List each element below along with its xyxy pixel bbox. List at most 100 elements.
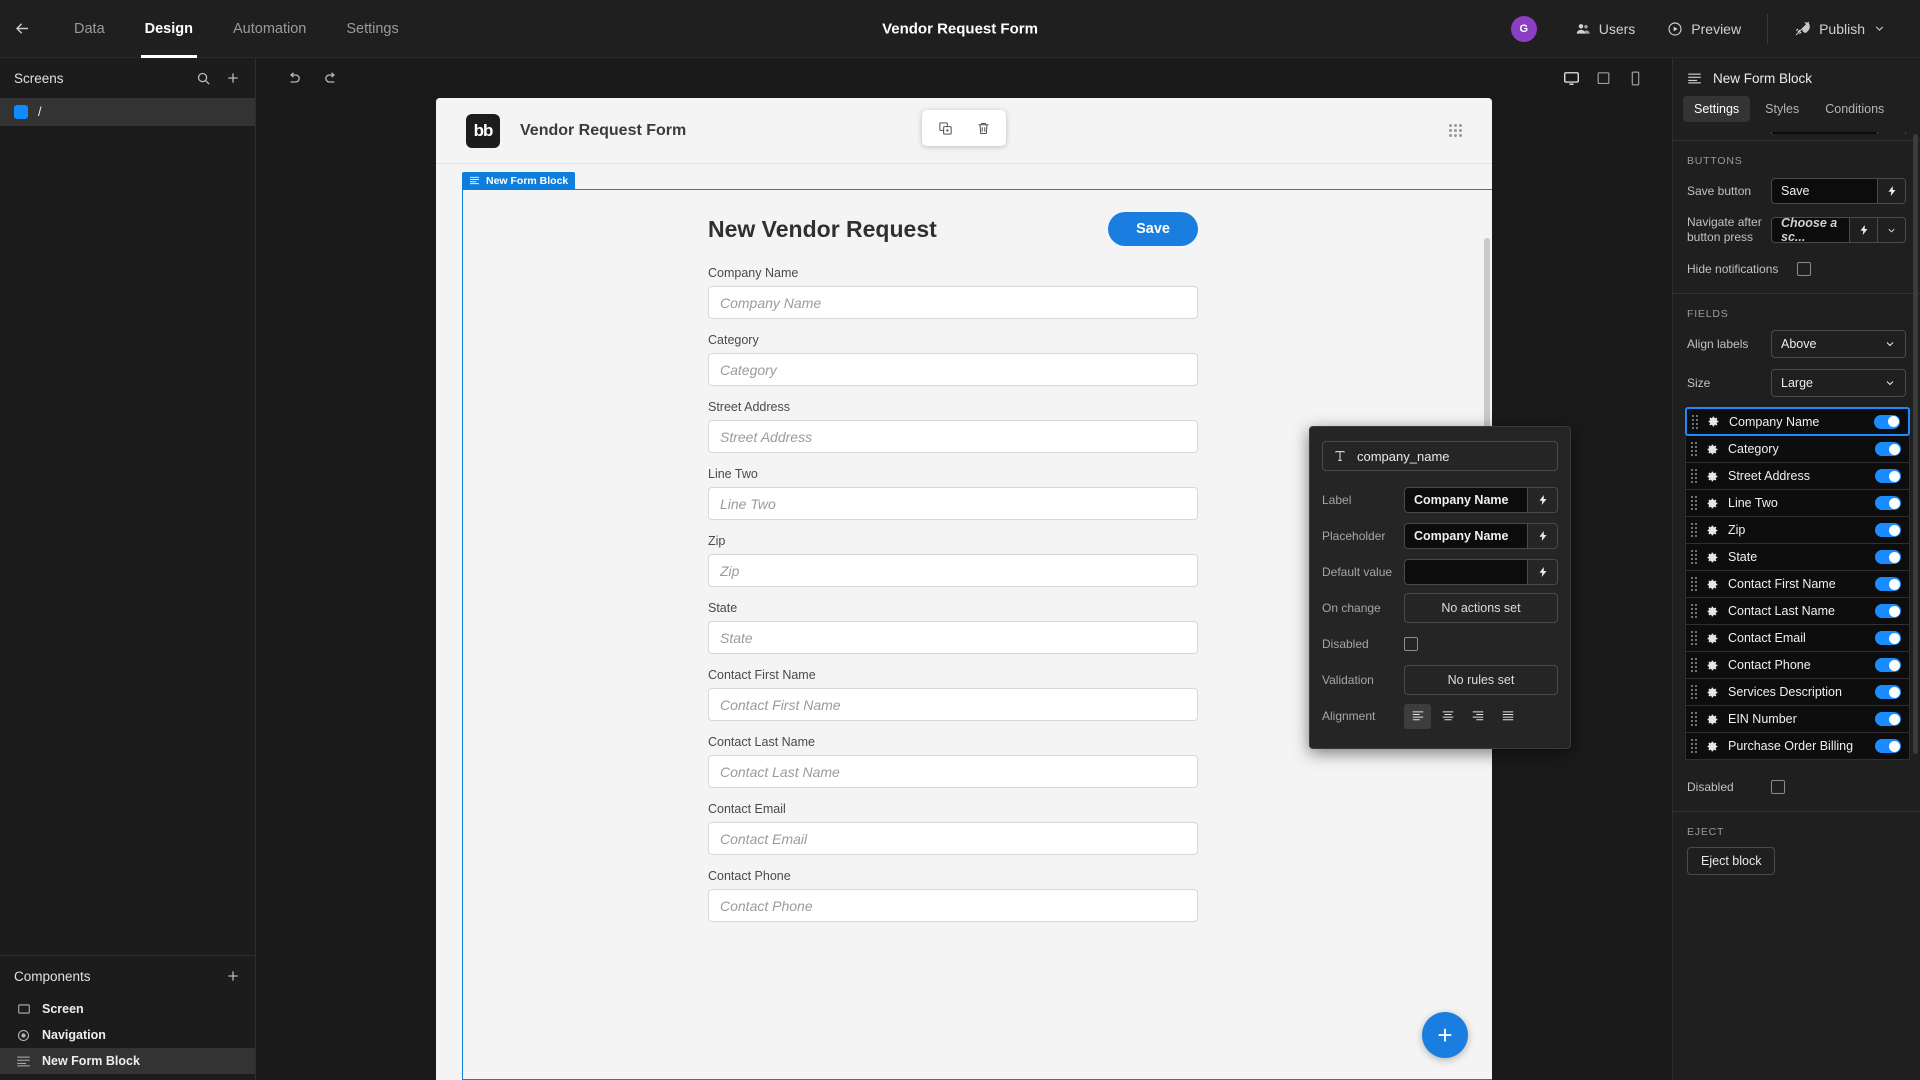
field-row-line-two[interactable]: Line Two (1685, 490, 1910, 517)
field-input[interactable]: Contact First Name (708, 688, 1198, 721)
field-row-street-address[interactable]: Street Address (1685, 463, 1910, 490)
label-binding-button[interactable] (1528, 487, 1558, 513)
drag-handle-icon[interactable] (1691, 523, 1697, 537)
label-input[interactable]: Company Name (1404, 487, 1528, 513)
align-right-button[interactable] (1464, 704, 1491, 729)
align-left-button[interactable] (1404, 703, 1431, 729)
gear-icon[interactable] (1706, 551, 1719, 564)
drag-handle-icon[interactable] (1691, 739, 1697, 753)
field-row-toggle[interactable] (1875, 469, 1901, 483)
field-row-toggle[interactable] (1875, 739, 1901, 753)
eject-block-button[interactable]: Eject block (1687, 847, 1776, 875)
add-screen-button[interactable] (225, 70, 241, 86)
save-button-binding[interactable] (1878, 178, 1906, 204)
preview-button[interactable]: Preview (1651, 12, 1757, 46)
default-value-input[interactable] (1404, 559, 1528, 585)
field-row-toggle[interactable] (1875, 523, 1901, 537)
tab-conditions[interactable]: Conditions (1814, 96, 1895, 122)
gear-icon[interactable] (1706, 740, 1719, 753)
gear-icon[interactable] (1706, 686, 1719, 699)
disabled-checkbox[interactable] (1771, 780, 1785, 794)
drag-handle-icon[interactable] (1691, 685, 1697, 699)
size-select[interactable]: Large (1771, 369, 1906, 397)
add-component-fab[interactable]: + (1422, 1012, 1468, 1058)
save-button-input[interactable]: Save (1771, 178, 1878, 204)
field-row-contact-email[interactable]: Contact Email (1685, 625, 1910, 652)
delete-button[interactable] (970, 115, 996, 141)
component-item-navigation[interactable]: Navigation (0, 1022, 255, 1048)
duplicate-button[interactable] (932, 115, 958, 141)
device-desktop-button[interactable] (1556, 65, 1586, 91)
avatar[interactable]: G (1510, 15, 1537, 42)
form-save-button[interactable]: Save (1108, 212, 1198, 246)
gear-icon[interactable] (1706, 659, 1719, 672)
drag-handle-icon[interactable] (1691, 442, 1697, 456)
tab-settings[interactable]: Settings (328, 0, 416, 58)
field-input[interactable]: Contact Last Name (708, 755, 1198, 788)
right-panel-scrollbar[interactable] (1913, 134, 1918, 754)
drag-handle-icon[interactable] (1692, 414, 1698, 429)
placeholder-input[interactable]: Company Name (1404, 523, 1528, 549)
navigate-after-input[interactable]: Choose a sc... (1771, 216, 1850, 244)
gear-icon[interactable] (1706, 443, 1719, 456)
field-row-toggle[interactable] (1875, 550, 1901, 564)
drag-handle-icon[interactable] (1691, 604, 1697, 618)
field-input[interactable]: Company Name (708, 286, 1198, 319)
field-input[interactable]: Street Address (708, 420, 1198, 453)
drag-handle-icon[interactable] (1691, 577, 1697, 591)
field-input[interactable]: Line Two (708, 487, 1198, 520)
undo-button[interactable] (278, 65, 308, 91)
users-button[interactable]: Users (1559, 12, 1652, 46)
tab-data[interactable]: Data (56, 0, 123, 58)
clipped-chevron-button[interactable] (1878, 132, 1906, 134)
field-input[interactable]: Contact Email (708, 822, 1198, 855)
navigate-after-binding[interactable] (1850, 217, 1878, 243)
tab-styles[interactable]: Styles (1754, 96, 1810, 122)
right-panel-scroll[interactable]: Buttons Save button Save Navigate after … (1673, 132, 1920, 1080)
device-mobile-button[interactable] (1620, 65, 1650, 91)
drag-handle-icon[interactable] (1691, 496, 1697, 510)
tab-settings[interactable]: Settings (1683, 96, 1751, 122)
field-row-toggle[interactable] (1875, 496, 1901, 510)
on-change-button[interactable]: No actions set (1404, 593, 1558, 623)
search-screens-button[interactable] (196, 71, 211, 86)
tab-design[interactable]: Design (127, 0, 211, 58)
field-input[interactable]: Contact Phone (708, 889, 1198, 922)
redo-button[interactable] (316, 65, 346, 91)
field-row-category[interactable]: Category (1685, 436, 1910, 463)
device-tablet-button[interactable] (1588, 65, 1618, 91)
align-justify-button[interactable] (1494, 704, 1521, 729)
placeholder-binding-button[interactable] (1528, 523, 1558, 549)
field-row-services-description[interactable]: Services Description (1685, 679, 1910, 706)
field-input[interactable]: Category (708, 353, 1198, 386)
gear-icon[interactable] (1706, 470, 1719, 483)
field-row-toggle[interactable] (1875, 658, 1901, 672)
validation-button[interactable]: No rules set (1404, 665, 1558, 695)
gear-icon[interactable] (1706, 632, 1719, 645)
align-labels-select[interactable]: Above (1771, 330, 1906, 358)
field-row-purchase-order-billing[interactable]: Purchase Order Billing (1685, 733, 1910, 760)
field-row-contact-first-name[interactable]: Contact First Name (1685, 571, 1910, 598)
field-row-state[interactable]: State (1685, 544, 1910, 571)
hide-notifications-checkbox[interactable] (1797, 262, 1811, 276)
screen-item-root[interactable]: / (0, 98, 255, 126)
selected-block-tag[interactable]: New Form Block (462, 172, 576, 189)
field-row-ein-number[interactable]: EIN Number (1685, 706, 1910, 733)
gear-icon[interactable] (1706, 578, 1719, 591)
add-component-button[interactable] (225, 968, 241, 984)
field-row-toggle[interactable] (1875, 685, 1901, 699)
nav-grip-icon[interactable] (1449, 124, 1462, 137)
drag-handle-icon[interactable] (1691, 712, 1697, 726)
align-center-button[interactable] (1434, 704, 1461, 729)
field-row-toggle[interactable] (1875, 631, 1901, 645)
gear-icon[interactable] (1706, 713, 1719, 726)
disabled-checkbox[interactable] (1404, 637, 1418, 651)
field-row-contact-last-name[interactable]: Contact Last Name (1685, 598, 1910, 625)
drag-handle-icon[interactable] (1691, 658, 1697, 672)
back-button[interactable] (0, 0, 44, 58)
field-row-toggle[interactable] (1874, 414, 1900, 429)
component-item-screen[interactable]: Screen (0, 996, 255, 1022)
navigate-after-dropdown[interactable] (1878, 217, 1906, 243)
field-row-contact-phone[interactable]: Contact Phone (1685, 652, 1910, 679)
default-value-binding-button[interactable] (1528, 559, 1558, 585)
